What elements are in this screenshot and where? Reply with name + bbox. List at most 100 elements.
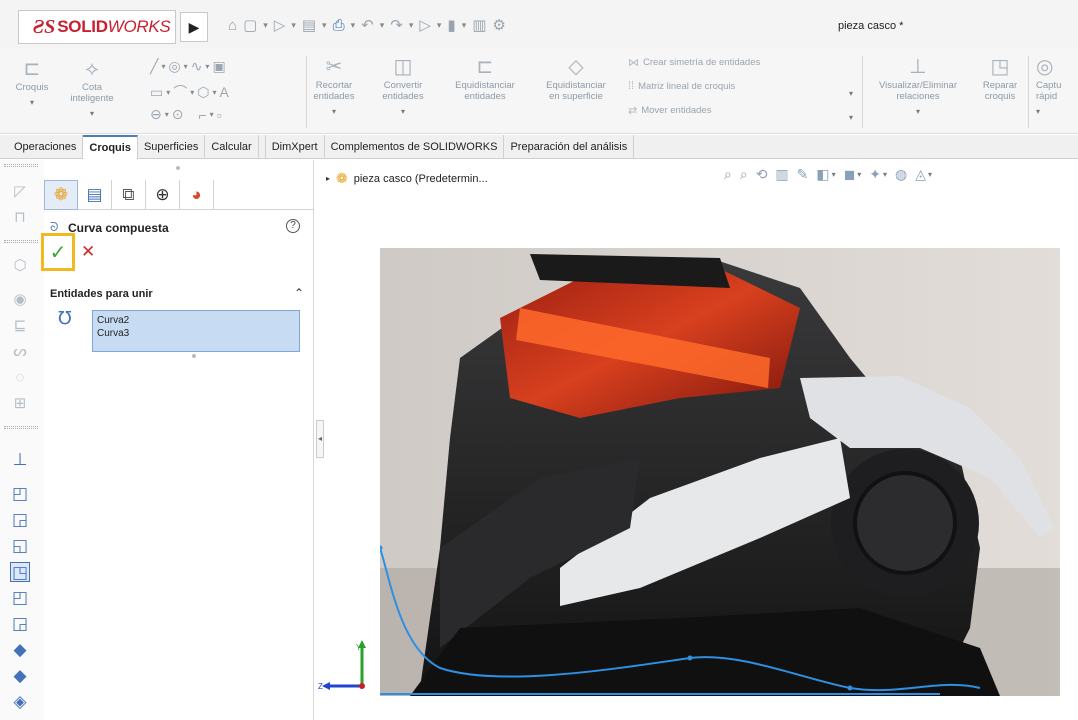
sketch-text-icon[interactable]: ▣: [212, 58, 225, 75]
menu-expand-icon[interactable]: ▶: [180, 12, 208, 42]
chevron-down-icon[interactable]: ▾: [351, 20, 356, 31]
revolve-icon[interactable]: ◉: [10, 290, 30, 310]
undo-icon[interactable]: ↶: [361, 15, 374, 35]
dimetric-view-icon[interactable]: ◈: [10, 692, 30, 712]
entities-to-join-section[interactable]: Entidades para unir ⌃: [50, 286, 308, 300]
feature-icon[interactable]: ⬡: [10, 256, 30, 276]
expand-arrow-icon[interactable]: ▸: [326, 174, 330, 183]
cancel-button[interactable]: ✕: [81, 242, 95, 262]
view-top-icon[interactable]: ◰: [10, 588, 30, 608]
dropdown[interactable]: ▾: [263, 15, 268, 35]
quick-snaps-button[interactable]: ◎ Captu rápid ▾: [1036, 54, 1076, 117]
smart-dimension-button[interactable]: ⟡ Cota inteligente ▾: [66, 56, 118, 119]
chevron-down-icon[interactable]: ▾: [462, 20, 467, 31]
chevron-down-icon[interactable]: ▾: [210, 110, 214, 119]
apply-scene-icon[interactable]: ◬: [915, 166, 926, 183]
fillet-icon[interactable]: ⌐: [198, 107, 206, 123]
dropdown[interactable]: ▾: [380, 15, 385, 35]
redo-icon[interactable]: ↷: [390, 15, 403, 35]
dropdown[interactable]: ▾: [291, 15, 296, 35]
entities-selection-box[interactable]: Curva2 Curva3: [92, 310, 300, 352]
feature-manager-tab-icon[interactable]: ❁: [44, 180, 78, 210]
dropdown[interactable]: ▾: [462, 15, 467, 35]
mirror-entities-button[interactable]: ⋈ Crear simetría de entidades: [628, 56, 760, 69]
convert-entities-button[interactable]: ◫ Convertir entidades ▾: [380, 54, 426, 117]
chevron-down-icon[interactable]: ▾: [322, 20, 327, 31]
select-icon[interactable]: ▷: [419, 15, 431, 35]
offset-on-surface-button[interactable]: ◇ Equidistanciar en superficie: [540, 54, 612, 102]
chevron-down-icon[interactable]: ▾: [213, 88, 217, 97]
tab-croquis[interactable]: Croquis: [83, 135, 138, 159]
previous-view-icon[interactable]: ⟲: [756, 166, 768, 183]
text-tool-icon[interactable]: A: [220, 84, 229, 100]
zoom-to-area-icon[interactable]: ⌕: [740, 166, 748, 183]
file-properties-icon[interactable]: ▥: [472, 15, 486, 35]
chevron-down-icon[interactable]: ▾: [166, 88, 170, 97]
tab-superficies[interactable]: Superficies: [138, 135, 206, 159]
section-view-icon[interactable]: ▥: [775, 166, 788, 183]
dimxpert-manager-tab-icon[interactable]: ⊕: [146, 180, 180, 210]
save-icon[interactable]: ▤: [302, 15, 316, 35]
curve-icon[interactable]: ᔕ: [10, 342, 30, 362]
isometric-view-icon[interactable]: ◆: [10, 640, 30, 660]
chevron-down-icon[interactable]: ▾: [380, 20, 385, 31]
chevron-down-icon[interactable]: ▾: [928, 170, 932, 179]
arc-icon[interactable]: ⌒: [173, 82, 187, 102]
list-item[interactable]: Curva2: [97, 314, 295, 327]
display-style-icon[interactable]: ◼: [844, 166, 856, 183]
pattern-dropdown[interactable]: ▾: [846, 84, 856, 99]
configuration-manager-tab-icon[interactable]: ⧉: [112, 180, 146, 210]
panel-grip[interactable]: [176, 166, 180, 170]
chevron-down-icon[interactable]: ▾: [190, 88, 194, 97]
view-front-icon[interactable]: ◰: [10, 484, 30, 504]
home-icon[interactable]: ⌂: [228, 15, 237, 35]
spline-icon[interactable]: ∿: [191, 58, 203, 75]
view-left-icon[interactable]: ◱: [10, 536, 30, 556]
dropdown[interactable]: ▾: [409, 15, 414, 35]
croquis-button[interactable]: ⊏ Croquis ▾: [14, 56, 50, 108]
trimetric-view-icon[interactable]: ◆: [10, 666, 30, 686]
view-back-icon[interactable]: ◲: [10, 510, 30, 530]
move-dropdown[interactable]: ▾: [846, 108, 856, 123]
circle-icon[interactable]: ◎: [168, 58, 180, 75]
chevron-down-icon[interactable]: ▾: [409, 20, 414, 31]
chevron-down-icon[interactable]: ▾: [205, 62, 209, 71]
chamfer-icon[interactable]: ◌: [10, 368, 30, 388]
options-gear-icon[interactable]: ⚙: [492, 15, 505, 35]
view-bottom-icon[interactable]: ◲: [10, 614, 30, 634]
chevron-down-icon[interactable]: ▾: [161, 62, 165, 71]
display-manager-tab-icon[interactable]: ◕: [180, 180, 214, 210]
dimension-icon[interactable]: ⊓: [10, 208, 30, 228]
chevron-up-icon[interactable]: ⌃: [294, 286, 304, 300]
smart-dimension-icon[interactable]: ◸: [10, 182, 30, 202]
chevron-down-icon[interactable]: ▾: [263, 20, 268, 31]
slot-icon[interactable]: ⊖: [150, 106, 162, 123]
pattern-icon[interactable]: ⊞: [10, 394, 30, 414]
help-icon[interactable]: ?: [286, 219, 300, 233]
normal-to-icon[interactable]: ⊥: [10, 450, 30, 470]
zoom-to-fit-icon[interactable]: ⌕: [724, 166, 732, 183]
plane-icon[interactable]: ▫: [217, 107, 222, 123]
ok-button[interactable]: ✓: [41, 233, 75, 271]
tab-operaciones[interactable]: Operaciones: [0, 135, 84, 159]
tab-preparacion-analisis[interactable]: Preparación del análisis: [504, 135, 635, 159]
property-manager-tab-icon[interactable]: ▤: [78, 180, 112, 210]
view-orientation-icon[interactable]: ◧: [816, 166, 829, 183]
display-delete-relations-button[interactable]: ⊥ Visualizar/Eliminar relaciones ▾: [866, 54, 970, 117]
edit-appearance-icon[interactable]: ◍: [895, 166, 907, 183]
point-icon[interactable]: ⊙: [172, 106, 184, 123]
hide-show-items-icon[interactable]: ✦: [869, 166, 881, 183]
repair-sketch-button[interactable]: ◳ Reparar croquis: [978, 54, 1022, 102]
chevron-down-icon[interactable]: ▾: [832, 170, 836, 179]
chevron-down-icon[interactable]: ▾: [883, 170, 887, 179]
move-entities-button[interactable]: ⇄ Mover entidades: [628, 104, 711, 117]
sketch-endpoint[interactable]: [847, 685, 853, 691]
dropdown[interactable]: ▾: [351, 15, 356, 35]
rectangle-icon[interactable]: ▭: [150, 84, 163, 101]
sweep-icon[interactable]: ⊑: [10, 316, 30, 336]
tab-calcular[interactable]: Calcular: [205, 135, 259, 159]
sketch-midpoint[interactable]: [687, 655, 693, 661]
dropdown[interactable]: ▾: [437, 15, 442, 35]
tab-complementos[interactable]: Complementos de SOLIDWORKS: [325, 135, 505, 159]
dynamic-annotation-icon[interactable]: ✎: [797, 166, 809, 183]
